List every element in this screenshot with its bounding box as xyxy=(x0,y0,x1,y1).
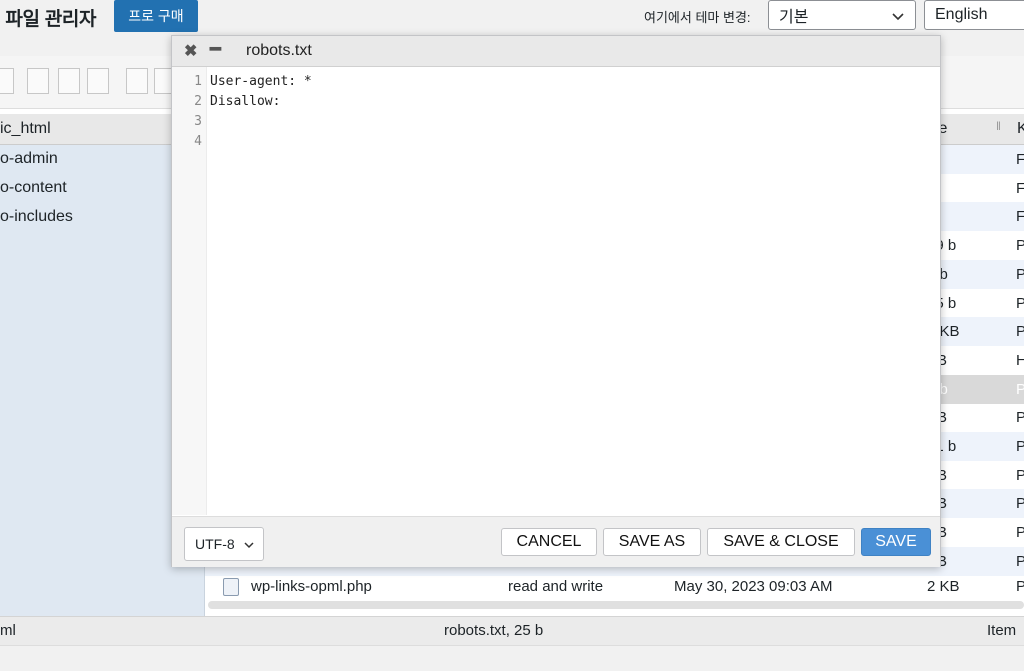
chevron-down-icon xyxy=(891,9,905,23)
file-kind: P xyxy=(1016,489,1024,518)
dialog-title: robots.txt xyxy=(246,42,312,60)
status-left: ml xyxy=(0,617,16,645)
php-file-icon xyxy=(223,578,239,596)
save-icon[interactable] xyxy=(87,68,109,94)
status-selection: robots.txt, 25 b xyxy=(444,617,543,645)
cancel-button[interactable]: CANCEL xyxy=(501,528,597,556)
theme-select-value: 기본 xyxy=(779,3,808,27)
up-folder-icon[interactable] xyxy=(0,68,14,94)
encoding-value: UTF-8 xyxy=(195,536,235,552)
file-kind: P xyxy=(1016,231,1024,260)
line-number: 1 xyxy=(194,74,202,89)
code-line: Disallow: xyxy=(210,94,280,109)
file-permissions: read and write xyxy=(508,572,603,601)
file-kind: P xyxy=(1016,461,1024,490)
status-bar: ml robots.txt, 25 b Item xyxy=(0,616,1024,645)
dialog-footer: UTF-8 CANCEL SAVE AS SAVE & CLOSE SAVE xyxy=(172,516,940,567)
file-kind: P xyxy=(1016,572,1024,601)
folder-item-admin[interactable]: o-admin xyxy=(0,150,58,168)
file-kind: P xyxy=(1016,403,1024,432)
page-bottom xyxy=(0,645,1024,671)
file-kind: H xyxy=(1016,346,1024,375)
file-kind: F xyxy=(1016,145,1024,174)
file-kind: P xyxy=(1016,432,1024,461)
file-kind: P xyxy=(1016,260,1024,289)
line-number: 2 xyxy=(194,94,202,109)
column-resize-handle[interactable]: ‖ xyxy=(996,119,1001,133)
file-date: May 30, 2023 09:03 AM xyxy=(674,572,832,601)
file-kind: P xyxy=(1016,317,1024,346)
new-folder-icon[interactable] xyxy=(27,68,49,94)
status-items: Item xyxy=(987,617,1016,645)
folder-item-content[interactable]: o-content xyxy=(0,179,67,197)
encoding-select[interactable]: UTF-8 xyxy=(184,527,264,561)
table-row[interactable]: wp-links-opml.php read and write May 30,… xyxy=(205,572,1024,601)
buy-pro-button[interactable]: 프로 구매 xyxy=(114,0,198,32)
copy-icon[interactable] xyxy=(126,68,148,94)
line-number-gutter: 1 2 3 4 xyxy=(172,67,207,515)
file-kind: F xyxy=(1016,202,1024,231)
page-title: › 파일 관리자 xyxy=(0,4,96,31)
file-kind: P xyxy=(1016,375,1024,404)
file-kind: F xyxy=(1016,174,1024,203)
file-kind: P xyxy=(1016,518,1024,547)
folder-item-includes[interactable]: o-includes xyxy=(0,208,73,226)
save-and-close-button[interactable]: SAVE & CLOSE xyxy=(707,528,855,556)
horizontal-scrollbar[interactable] xyxy=(208,601,1024,609)
new-file-icon[interactable] xyxy=(58,68,80,94)
language-select[interactable]: English xyxy=(924,0,1024,30)
save-as-button[interactable]: SAVE AS xyxy=(603,528,701,556)
chevron-down-icon xyxy=(243,539,255,551)
code-line: User-agent: * xyxy=(210,74,312,89)
top-bar: › 파일 관리자 프로 구매 여기에서 테마 변경: 기본 English xyxy=(0,0,1024,34)
save-button[interactable]: SAVE xyxy=(861,528,931,556)
file-name: wp-links-opml.php xyxy=(251,572,372,601)
code-editor[interactable]: User-agent: * Disallow: xyxy=(207,67,940,515)
file-size: 2 KB xyxy=(927,572,960,601)
close-icon[interactable]: ✖ xyxy=(184,41,197,61)
editor-dialog: ✖ ━ robots.txt 1 2 3 4 User-agent: * Dis… xyxy=(171,35,941,567)
line-number: 3 xyxy=(194,114,202,129)
language-select-value: English xyxy=(935,6,987,24)
theme-label: 여기에서 테마 변경: xyxy=(644,7,751,26)
theme-select[interactable]: 기본 xyxy=(768,0,916,30)
file-kind: P xyxy=(1016,289,1024,318)
line-number: 4 xyxy=(194,134,202,149)
column-kind[interactable]: K xyxy=(1017,120,1024,138)
minimize-icon[interactable]: ━ xyxy=(210,39,221,60)
dialog-titlebar[interactable]: ✖ ━ robots.txt xyxy=(172,36,940,67)
